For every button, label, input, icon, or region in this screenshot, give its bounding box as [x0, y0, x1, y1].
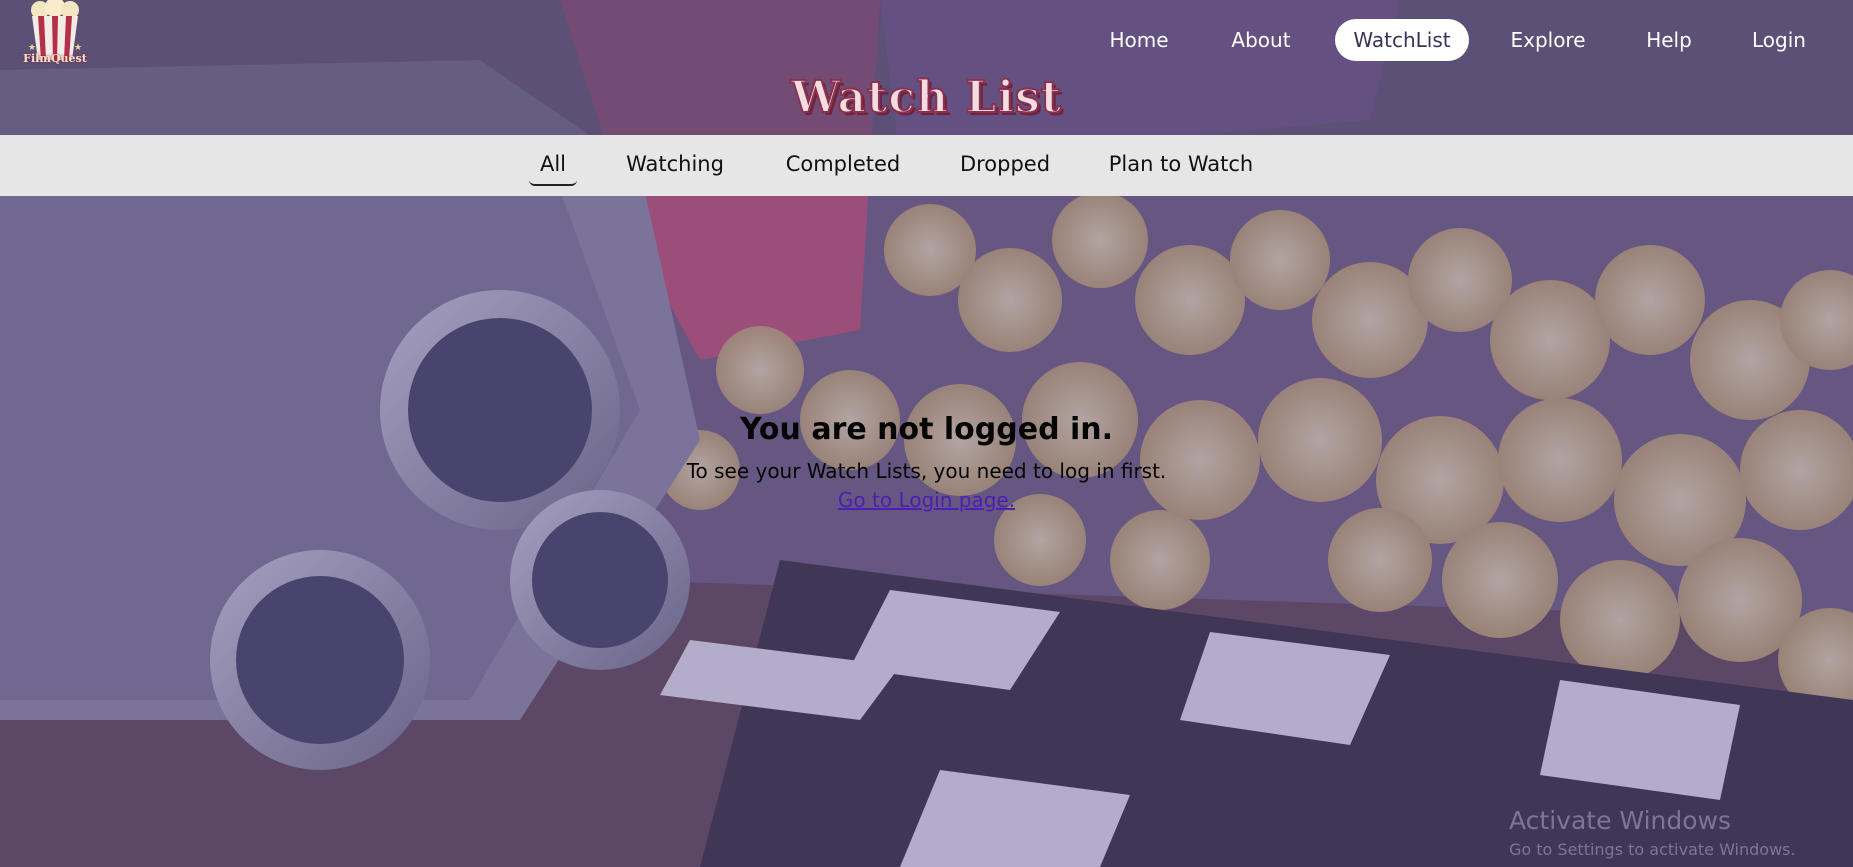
tab-plan-to-watch[interactable]: Plan to Watch — [1106, 145, 1256, 186]
login-link-container: Go to Login page. — [0, 488, 1853, 512]
nav-watchlist[interactable]: WatchList — [1335, 19, 1469, 61]
nav-home[interactable]: Home — [1098, 19, 1180, 61]
tab-watching[interactable]: Watching — [622, 145, 728, 186]
activation-watermark-subtitle: Go to Settings to activate Windows. — [1509, 840, 1796, 859]
page-title: Watch List — [790, 71, 1063, 124]
watchlist-tabs: All Watching Completed Dropped Plan to W… — [0, 135, 1853, 196]
tab-completed[interactable]: Completed — [780, 145, 906, 186]
not-logged-in-heading: You are not logged in. — [739, 412, 1114, 447]
not-logged-in-text: To see your Watch Lists, you need to log… — [686, 459, 1167, 483]
tab-all[interactable]: All — [529, 145, 577, 186]
nav-login[interactable]: Login — [1743, 19, 1815, 61]
nav-about[interactable]: About — [1222, 19, 1300, 61]
tab-dropped[interactable]: Dropped — [958, 145, 1052, 186]
main-nav: Home About WatchList Explore Help Login — [0, 19, 1853, 61]
header: ★ ★ FilmQuest Home About WatchList Explo… — [0, 0, 1853, 135]
nav-explore[interactable]: Explore — [1505, 19, 1591, 61]
go-to-login-link[interactable]: Go to Login page. — [838, 488, 1015, 512]
nav-help[interactable]: Help — [1638, 19, 1700, 61]
activation-watermark-title: Activate Windows — [1509, 806, 1731, 835]
